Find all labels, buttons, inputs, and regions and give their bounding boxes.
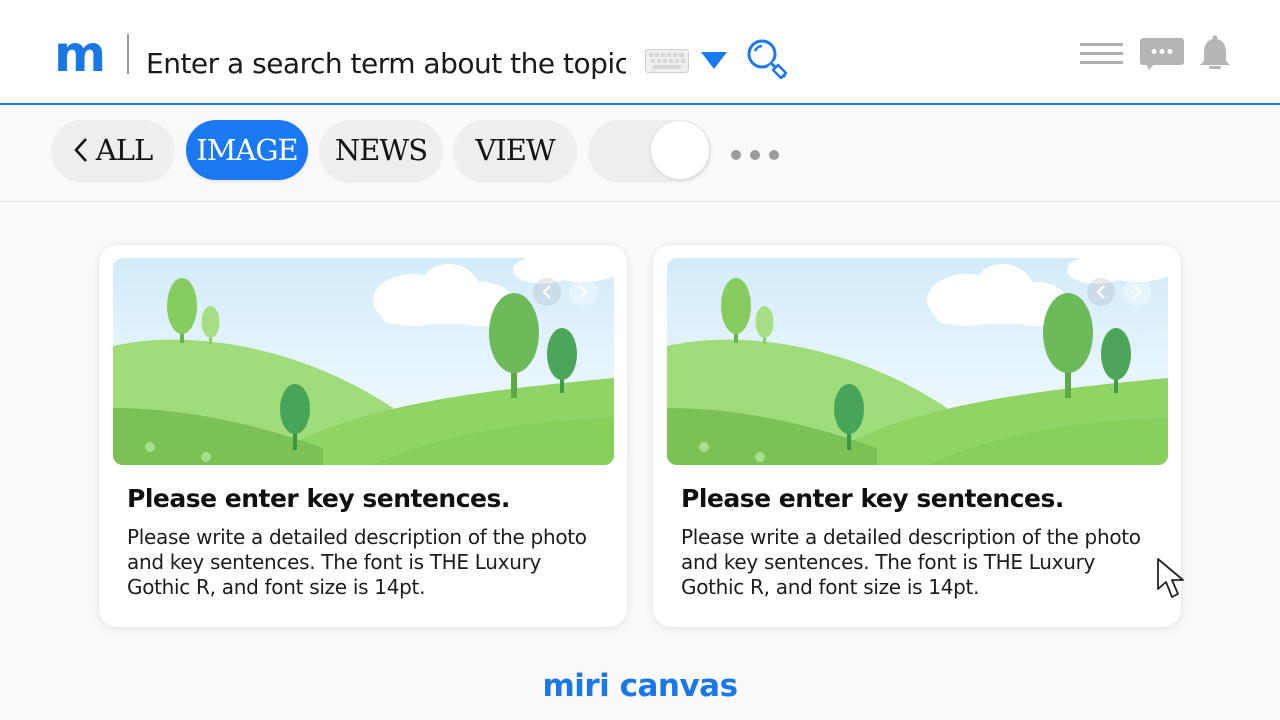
tab-view-label: VIEW [475,133,555,167]
carousel-next-button[interactable] [1123,278,1151,306]
card-title: Please enter key sentences. [681,484,1064,513]
card-title: Please enter key sentences. [127,484,510,513]
toggle-knob [651,121,709,179]
mouse-cursor-icon [1156,557,1200,605]
card-description: Please write a detailed description of t… [127,525,587,599]
dropdown-triangle-icon[interactable] [701,52,727,74]
tab-view[interactable]: VIEW [454,120,576,180]
chevron-left-icon [1096,285,1105,299]
chevron-right-icon [579,285,588,299]
bell-icon[interactable] [1198,35,1232,75]
search-input[interactable] [146,40,626,86]
carousel-next-button[interactable] [569,278,597,306]
chevron-left-icon [74,137,88,163]
filter-tab-bar: ALL IMAGE NEWS VIEW [0,105,1280,202]
tab-image-label: IMAGE [196,133,298,167]
top-header: m [0,0,1280,105]
toggle-switch[interactable] [589,120,711,180]
keyboard-icon[interactable] [645,49,689,77]
brand-wordmark: miri canvas [542,668,738,704]
result-card[interactable]: Please enter key sentences. Please write… [653,245,1181,627]
tab-news[interactable]: NEWS [320,120,442,180]
chevron-right-icon [1133,285,1142,299]
chevron-left-icon [542,285,551,299]
tab-all-label: ALL [95,133,153,167]
result-card[interactable]: Please enter key sentences. Please write… [99,245,627,627]
carousel-prev-button[interactable] [1087,278,1115,306]
tab-news-label: NEWS [334,133,428,167]
hamburger-menu-icon[interactable] [1080,43,1123,69]
carousel-prev-button[interactable] [533,278,561,306]
logo[interactable]: m [54,26,106,82]
tab-all[interactable]: ALL [52,120,174,180]
tab-image[interactable]: IMAGE [186,120,308,180]
landscape-image [667,258,1168,465]
header-divider [127,34,129,74]
search-icon[interactable] [745,37,789,85]
card-description: Please write a detailed description of t… [681,525,1141,599]
more-options-icon[interactable] [731,145,788,164]
chat-icon[interactable] [1140,38,1184,74]
landscape-image [113,258,614,465]
